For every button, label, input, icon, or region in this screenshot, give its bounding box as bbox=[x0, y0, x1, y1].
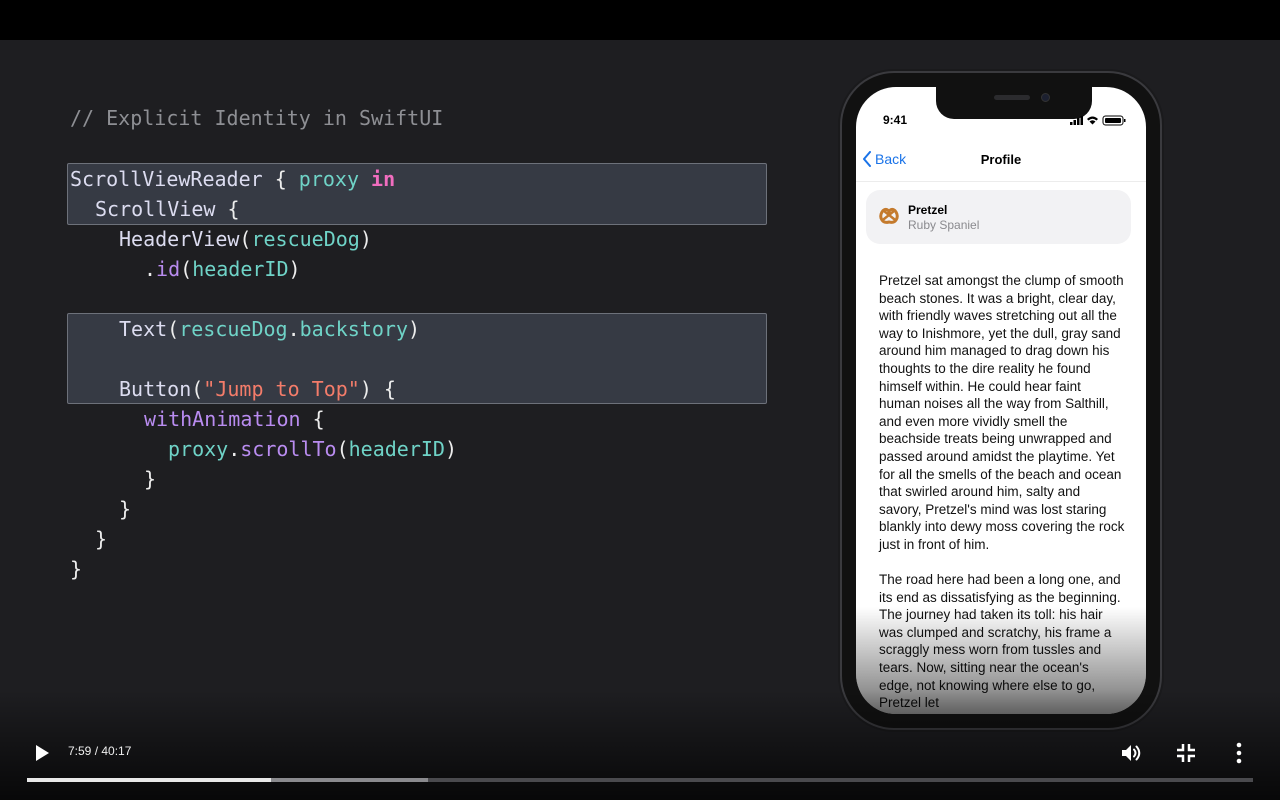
video-frame[interactable]: // Explicit Identity in SwiftUI ScrollVi… bbox=[0, 40, 1280, 800]
code-comment: // Explicit Identity in SwiftUI bbox=[70, 106, 444, 130]
iphone-mockup: 9:41 Back Profile Pretzel Ruby Spaniel P… bbox=[842, 73, 1160, 728]
signal-bar-icon bbox=[1077, 118, 1080, 125]
code-line: } bbox=[144, 467, 157, 491]
navigation-bar: Back Profile bbox=[856, 137, 1146, 182]
top-letterbox bbox=[0, 0, 1280, 40]
code-line: HeaderView(rescueDog) bbox=[119, 227, 372, 251]
code-line: Button("Jump to Top") { bbox=[119, 377, 396, 401]
exit-fullscreen-icon[interactable] bbox=[1174, 741, 1198, 765]
profile-header-card: Pretzel Ruby Spaniel bbox=[866, 190, 1131, 244]
phone-screen: 9:41 Back Profile Pretzel Ruby Spaniel P… bbox=[856, 87, 1146, 714]
nav-title: Profile bbox=[980, 152, 1022, 167]
speaker-grille bbox=[994, 95, 1030, 100]
play-icon[interactable] bbox=[30, 742, 52, 764]
code-line: withAnimation { bbox=[144, 407, 325, 431]
more-options-icon[interactable] bbox=[1229, 741, 1249, 765]
code-line: ScrollViewReader { proxy in bbox=[70, 167, 396, 191]
phone-notch bbox=[936, 87, 1092, 119]
code-line: } bbox=[119, 497, 132, 521]
code-line: } bbox=[70, 557, 83, 581]
signal-bar-icon bbox=[1080, 116, 1083, 125]
code-line: } bbox=[95, 527, 108, 551]
code-line: proxy.scrollTo(headerID) bbox=[168, 437, 458, 461]
code-block: // Explicit Identity in SwiftUI ScrollVi… bbox=[70, 40, 770, 581]
status-bar-icons bbox=[1070, 115, 1126, 126]
wifi-icon bbox=[1087, 116, 1098, 125]
signal-bar-icon bbox=[1073, 120, 1076, 125]
progress-played bbox=[27, 778, 271, 782]
player-controls-gradient bbox=[0, 690, 1280, 800]
code-line: ScrollView { bbox=[95, 197, 240, 221]
code-line: Text(rescueDog.backstory) bbox=[119, 317, 421, 341]
status-bar-time: 9:41 bbox=[883, 113, 908, 127]
phone-power-button bbox=[1160, 240, 1164, 312]
code-line: .id(headerID) bbox=[144, 257, 301, 281]
dog-breed: Ruby Spaniel bbox=[908, 218, 980, 232]
time-display: 7:59 / 40:17 bbox=[68, 744, 132, 758]
volume-icon[interactable] bbox=[1119, 741, 1143, 765]
front-camera bbox=[1041, 93, 1050, 102]
story-paragraph: Pretzel sat amongst the clump of smooth … bbox=[879, 273, 1125, 552]
pretzel-icon bbox=[879, 207, 899, 224]
dog-name: Pretzel bbox=[908, 203, 948, 217]
progress-bar[interactable] bbox=[27, 778, 1253, 782]
signal-bar-icon bbox=[1070, 122, 1073, 125]
